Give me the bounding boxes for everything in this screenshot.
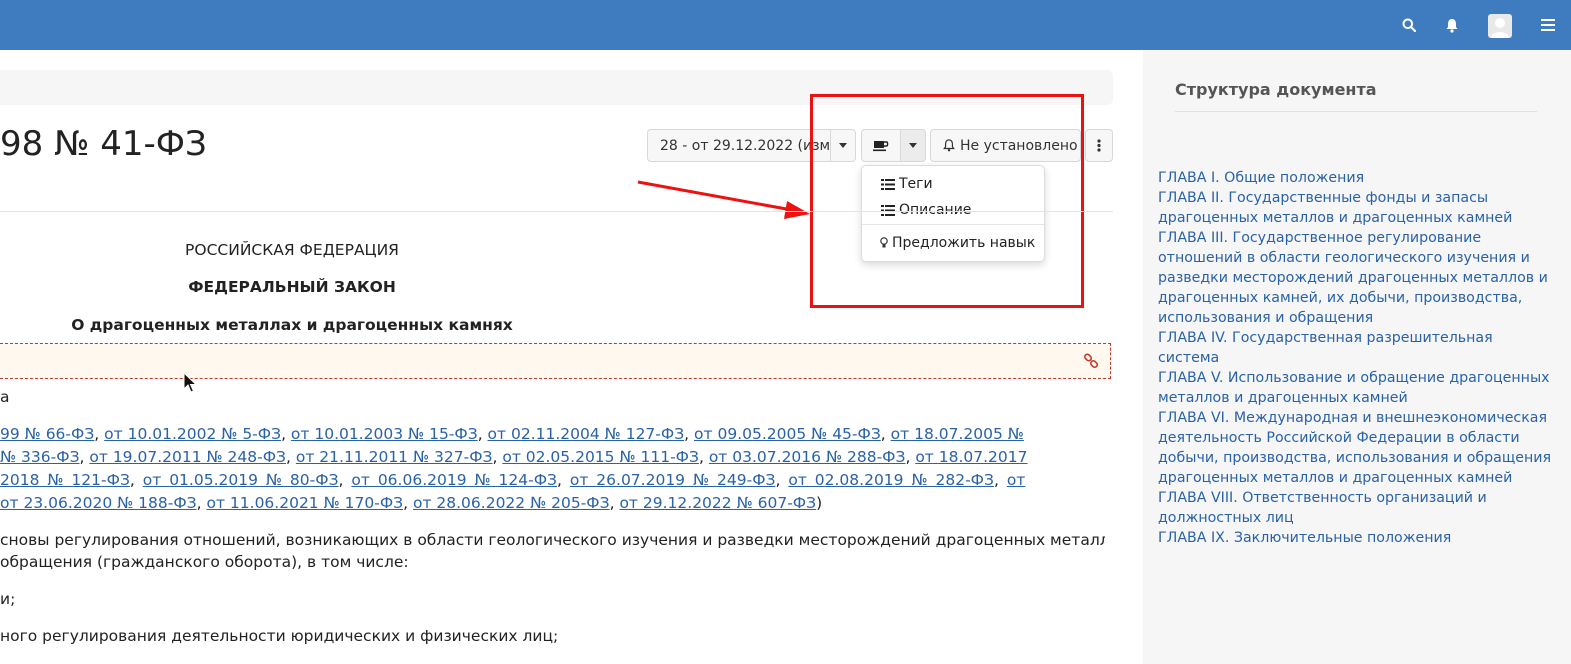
amendment-link[interactable]: от 10.01.2003 № 15-ФЗ <box>291 425 478 443</box>
toc-item[interactable]: ГЛАВА V. Использование и обращение драго… <box>1158 368 1558 408</box>
country-heading: РОССИЙСКАЯ ФЕДЕРАЦИЯ <box>185 241 399 259</box>
amendment-link[interactable]: от 19.07.2011 № 248-ФЗ <box>89 448 286 466</box>
user-avatar[interactable] <box>1488 14 1512 38</box>
amendment-link[interactable]: от 21.11.2011 № 327-ФЗ <box>296 448 493 466</box>
amendment-link[interactable]: от <box>1007 471 1026 489</box>
paragraph-line: обращения (гражданского оборота), в том … <box>0 553 409 571</box>
amendment-links-line: 99 № 66-ФЗ, от 10.01.2002 № 5-ФЗ, от 10.… <box>0 425 1024 443</box>
toc-list: ГЛАВА I. Общие положения ГЛАВА II. Госуд… <box>1158 168 1558 548</box>
amendment-link[interactable]: от 29.12.2022 № 607-ФЗ <box>619 494 816 512</box>
toc-item[interactable]: ГЛАВА II. Государственные фонды и запасы… <box>1158 188 1558 228</box>
closing-paren: ) <box>816 494 823 512</box>
paragraph-line: ного регулирования деятельности юридичес… <box>0 627 559 645</box>
law-type-heading: ФЕДЕРАЛЬНЫЙ ЗАКОН <box>188 278 396 296</box>
amendment-link[interactable]: 2018 № 121-ФЗ <box>0 471 130 489</box>
text-fragment: а <box>0 388 10 406</box>
amendment-link[interactable]: от 03.07.2016 № 288-ФЗ <box>709 448 906 466</box>
title-divider <box>0 211 1113 212</box>
sidebar-divider <box>1175 111 1537 112</box>
toc-item[interactable]: ГЛАВА IX. Заключительные положения <box>1158 528 1558 548</box>
mouse-cursor-icon <box>183 372 197 393</box>
info-note-bar <box>0 343 1111 379</box>
law-name-heading: О драгоценных металлах и драгоценных кам… <box>71 316 513 334</box>
toc-item[interactable]: ГЛАВА IV. Государственная разрешительная… <box>1158 328 1558 368</box>
highlight-box <box>810 94 1084 308</box>
toc-item[interactable]: ГЛАВА VIII. Ответственность организаций … <box>1158 488 1558 528</box>
amendment-link[interactable]: 99 № 66-ФЗ <box>0 425 94 443</box>
amendment-link[interactable]: от 26.07.2019 № 249-ФЗ <box>570 471 776 489</box>
amendment-link[interactable]: от 09.05.2005 № 45-ФЗ <box>694 425 881 443</box>
document-structure-sidebar: Структура документа ГЛАВА I. Общие полож… <box>1143 50 1571 664</box>
sidebar-title: Структура документа <box>1175 80 1377 99</box>
amendment-links-line: № 336-ФЗ, от 19.07.2011 № 248-ФЗ, от 21.… <box>0 448 1028 466</box>
version-select-button[interactable]: 28 - от 29.12.2022 (изм.) <box>647 129 840 162</box>
more-options-button[interactable] <box>1085 129 1113 162</box>
paragraph-line: сновы регулирования отношений, возникающ… <box>0 531 1105 549</box>
chain-link-icon[interactable] <box>1083 353 1099 369</box>
amendment-link[interactable]: от 02.05.2015 № 111-ФЗ <box>502 448 699 466</box>
amendment-link[interactable]: от 11.06.2021 № 170-ФЗ <box>206 494 403 512</box>
toc-item[interactable]: ГЛАВА I. Общие положения <box>1158 168 1558 188</box>
amendment-link[interactable]: от 23.06.2020 № 188-ФЗ <box>0 494 197 512</box>
amendment-link[interactable]: от 18.07.2017 <box>915 448 1027 466</box>
amendment-link[interactable]: от 10.01.2002 № 5-ФЗ <box>104 425 281 443</box>
amendment-link[interactable]: № 336-ФЗ <box>0 448 80 466</box>
amendment-links-line: 2018 № 121-ФЗ, от 01.05.2019 № 80-ФЗ, от… <box>0 471 1026 489</box>
hamburger-icon[interactable] <box>1536 13 1560 37</box>
search-icon[interactable] <box>1397 13 1421 37</box>
bell-icon[interactable] <box>1440 13 1464 37</box>
amendment-link[interactable]: от 28.06.2022 № 205-ФЗ <box>413 494 610 512</box>
amendment-link[interactable]: от 06.06.2019 № 124-ФЗ <box>351 471 557 489</box>
page-title: 98 № 41-ФЗ <box>0 124 207 164</box>
toc-item[interactable]: ГЛАВА VI. Международная и внешнеэкономич… <box>1158 408 1558 488</box>
amendment-link[interactable]: от 02.08.2019 № 282-ФЗ <box>788 471 994 489</box>
amendment-link[interactable]: от 18.07.2005 № <box>891 425 1024 443</box>
toc-item[interactable]: ГЛАВА III. Государственное регулирование… <box>1158 228 1558 328</box>
amendment-link[interactable]: от 01.05.2019 № 80-ФЗ <box>143 471 339 489</box>
top-navbar <box>0 0 1571 50</box>
vertical-dots-icon <box>1097 139 1101 152</box>
red-arrow-annotation <box>637 180 810 219</box>
amendment-links-line: от 23.06.2020 № 188-ФЗ, от 11.06.2021 № … <box>0 494 823 512</box>
amendment-link[interactable]: от 02.11.2004 № 127-ФЗ <box>488 425 685 443</box>
paragraph-line: и; <box>0 590 16 608</box>
